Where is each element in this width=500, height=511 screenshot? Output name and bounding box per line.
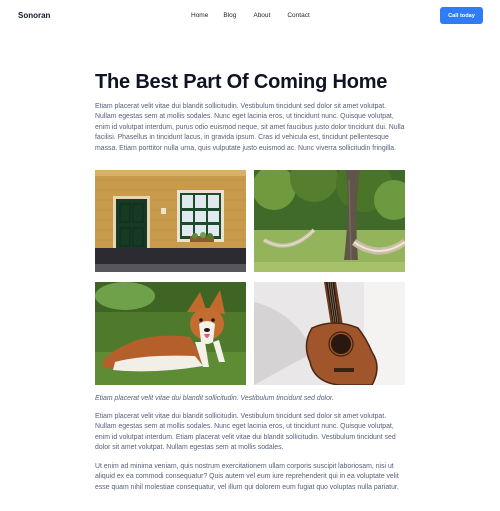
nav-home-link[interactable]: Home	[191, 12, 208, 19]
article-paragraph-2: Etiam placerat velit vitae dui blandit s…	[95, 413, 396, 452]
main-nav: Home Blog About Contact	[191, 12, 310, 19]
article-paragraph-intro: Etiam placerat velit vitae dui blandit s…	[95, 103, 405, 152]
article-title: The Best Part Of Coming Home	[95, 71, 388, 93]
nav-blog-link[interactable]: Blog	[223, 12, 236, 19]
brand-logo[interactable]: Sonoran	[18, 11, 50, 20]
photo-green-door-facade	[95, 170, 246, 272]
article-paragraph-3: Ut enim ad minima veniam, quis nostrum e…	[95, 463, 399, 491]
photo-hammocks-tree	[254, 170, 405, 272]
photo-acoustic-guitar	[254, 282, 405, 385]
photo-corgi-on-grass	[95, 282, 246, 385]
nav-contact-link[interactable]: Contact	[287, 12, 309, 19]
nav-about-link[interactable]: About	[253, 12, 270, 19]
site-header: Sonoran Home Blog About Contact Call tod…	[0, 0, 500, 34]
call-today-button[interactable]: Call today	[440, 7, 483, 24]
image-caption: Etiam placerat velit vitae dui blandit s…	[95, 395, 334, 402]
